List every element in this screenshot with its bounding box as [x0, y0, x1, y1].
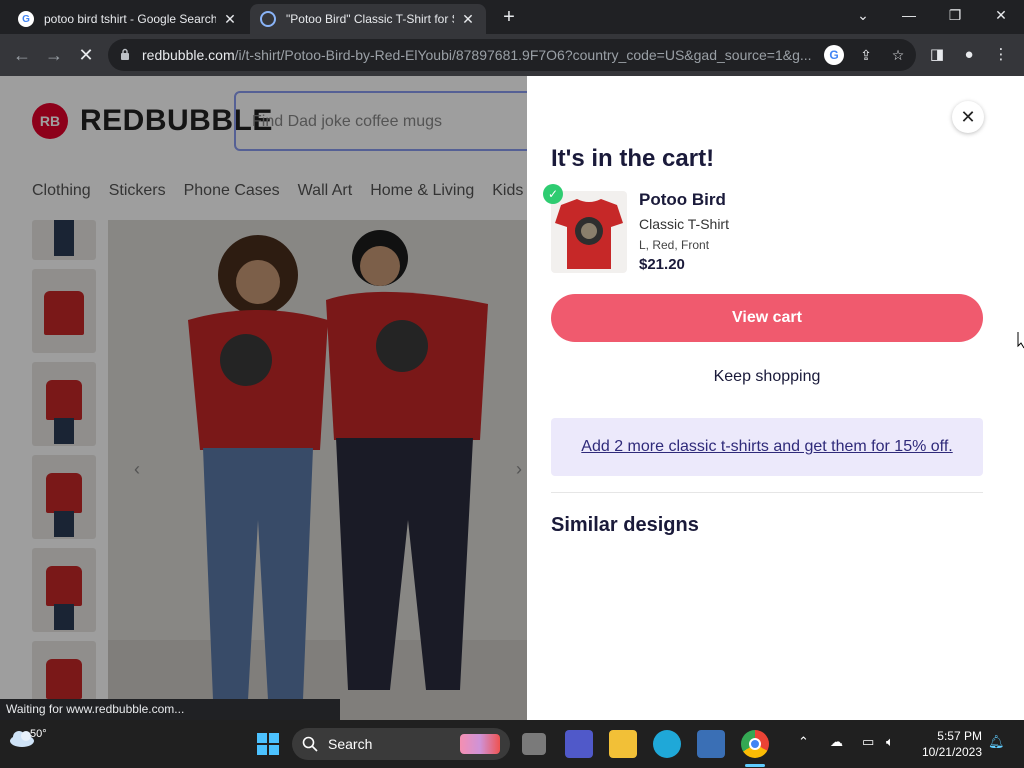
tab-title: "Potoo Bird" Classic T-Shirt for Sale by…: [286, 12, 454, 26]
product-type: Classic T-Shirt: [639, 216, 729, 232]
weather-widget[interactable]: 50°: [8, 728, 47, 748]
checkmark-icon: ✓: [543, 184, 563, 204]
minimize-button[interactable]: —: [886, 0, 932, 30]
windows-taskbar: 50° Search ⌃ ☁ ▭ 🔈︎ 5:57 PM 10/21/2023 🔔…: [0, 720, 1024, 768]
tab-close-icon[interactable]: ✕: [222, 11, 238, 28]
product-name: Potoo Bird: [639, 190, 726, 209]
product-thumbnail-image: [551, 191, 627, 273]
tab-redbubble[interactable]: "Potoo Bird" Classic T-Shirt for Sale by…: [250, 4, 486, 34]
view-cart-button[interactable]: View cart: [551, 294, 983, 342]
store-icon[interactable]: [697, 730, 725, 758]
onedrive-icon[interactable]: ☁: [830, 734, 843, 750]
back-arrow-icon[interactable]: ←: [10, 43, 34, 67]
tab-close-icon[interactable]: ✕: [460, 11, 476, 28]
more-menu-icon[interactable]: ⋮: [990, 44, 1012, 66]
file-explorer-icon[interactable]: [609, 730, 637, 758]
restore-button[interactable]: ❐: [932, 0, 978, 30]
network-icon[interactable]: ▭: [862, 734, 874, 750]
forward-arrow-icon[interactable]: →: [42, 43, 66, 67]
active-app-indicator: [745, 764, 765, 767]
google-lens-icon[interactable]: G: [824, 45, 844, 65]
address-bar[interactable]: redbubble.com/i/t-shirt/Potoo-Bird-by-Re…: [108, 39, 916, 71]
teams-icon[interactable]: [565, 730, 593, 758]
tray-overflow-icon[interactable]: ⌃: [798, 734, 809, 750]
cart-drawer: ✕ It's in the cart! ✓ Potoo Bird Classic…: [527, 76, 1024, 720]
promo-banner: Add 2 more classic t-shirts and get them…: [551, 418, 983, 476]
taskbar-search[interactable]: Search: [292, 728, 510, 760]
lock-icon: [121, 48, 129, 60]
system-clock[interactable]: 5:57 PM 10/21/2023: [912, 728, 982, 760]
chrome-icon[interactable]: [741, 730, 769, 758]
side-panel-icon[interactable]: ◨: [926, 44, 948, 66]
google-favicon-icon: G: [18, 11, 34, 27]
new-tab-button[interactable]: +: [498, 6, 520, 28]
clock-date: 10/21/2023: [921, 745, 982, 759]
clock-time: 5:57 PM: [937, 729, 982, 743]
divider: [551, 492, 983, 493]
bookmark-star-icon[interactable]: ☆: [888, 45, 908, 65]
keep-shopping-button[interactable]: Keep shopping: [551, 368, 983, 386]
volume-icon[interactable]: 🔈︎: [886, 734, 894, 750]
notification-bell-icon[interactable]: 🔔︎: [988, 734, 1005, 750]
tab-google-search[interactable]: G potoo bird tshirt - Google Search ✕: [8, 4, 248, 34]
browser-toolbar: ← → ✕ redbubble.com/i/t-shirt/Potoo-Bird…: [0, 34, 1024, 76]
share-icon[interactable]: ⇪: [856, 45, 876, 65]
similar-designs-heading: Similar designs: [551, 514, 699, 536]
search-highlight-icon: [460, 734, 500, 754]
loading-favicon-icon: [260, 11, 276, 27]
tab-title: potoo bird tshirt - Google Search: [44, 12, 216, 26]
task-view-icon[interactable]: [522, 733, 546, 755]
window-close-button[interactable]: ✕: [978, 0, 1024, 30]
promo-link[interactable]: Add 2 more classic t-shirts and get them…: [581, 438, 952, 456]
profile-icon[interactable]: ●: [958, 44, 980, 66]
windows-start-icon[interactable]: [254, 730, 282, 758]
url-text: redbubble.com/i/t-shirt/Potoo-Bird-by-Re…: [142, 47, 812, 63]
tab-search-dropdown-icon[interactable]: ⌄: [840, 0, 886, 30]
temperature: 50°: [30, 728, 47, 740]
browser-status-bar: Waiting for www.redbubble.com...: [0, 699, 340, 720]
modal-overlay[interactable]: [0, 76, 527, 720]
cart-confirmation-title: It's in the cart!: [551, 145, 715, 172]
product-options: L, Red, Front: [639, 238, 710, 252]
mouse-cursor-icon: [1017, 332, 1024, 349]
taskbar-search-label: Search: [328, 736, 373, 752]
stop-loading-icon[interactable]: ✕: [74, 43, 98, 67]
close-drawer-button[interactable]: ✕: [952, 101, 984, 133]
product-price: $21.20: [639, 256, 685, 273]
browser-tabstrip: G potoo bird tshirt - Google Search ✕ "P…: [0, 0, 1024, 34]
edge-icon[interactable]: [653, 730, 681, 758]
search-icon: [302, 736, 318, 752]
